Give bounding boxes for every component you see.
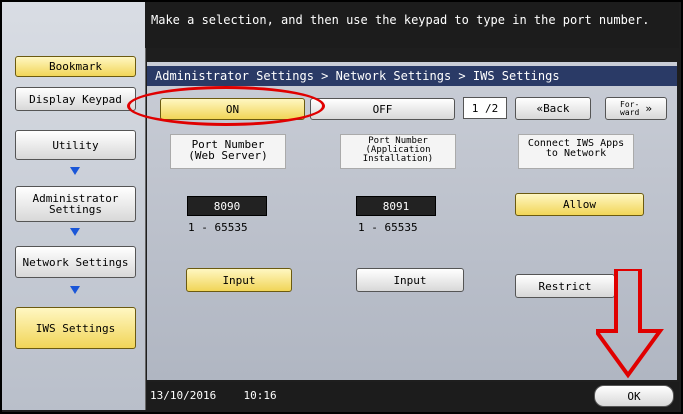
application-port-input-button[interactable]: Input — [356, 268, 464, 292]
instruction-bar: Make a selection, and then use the keypa… — [145, 2, 679, 48]
ok-button[interactable]: OK — [594, 385, 674, 407]
column-header-application-port: Port Number (Application Installation) — [340, 134, 456, 169]
back-label: Back — [543, 102, 570, 115]
double-left-arrow-icon: « — [536, 102, 544, 115]
back-button[interactable]: «Back — [515, 97, 591, 120]
sidebar-item-utility[interactable]: Utility — [15, 130, 136, 160]
status-time: 10:16 — [243, 389, 277, 402]
down-arrow-icon — [70, 286, 80, 294]
page-indicator: 1 /2 — [463, 97, 507, 119]
bookmark-button[interactable]: Bookmark — [15, 56, 136, 77]
sidebar-item-administrator-settings[interactable]: Administrator Settings — [15, 186, 136, 222]
down-arrow-icon — [70, 228, 80, 236]
double-right-arrow-icon: » — [645, 102, 652, 115]
forward-label: For- ward — [620, 99, 640, 117]
column-header-connect-iws: Connect IWS Apps to Network — [518, 134, 634, 169]
web-server-port-range: 1 - 65535 — [188, 221, 248, 234]
web-server-port-value[interactable]: 8090 — [187, 196, 267, 216]
red-down-arrow-icon — [596, 269, 664, 379]
sidebar-item-network-settings[interactable]: Network Settings — [15, 246, 136, 278]
web-server-port-input-button[interactable]: Input — [186, 268, 292, 292]
down-arrow-icon — [70, 167, 80, 175]
application-port-value[interactable]: 8091 — [356, 196, 436, 216]
application-port-range: 1 - 65535 — [358, 221, 418, 234]
forward-button[interactable]: For- ward » — [605, 97, 667, 120]
display-keypad-button[interactable]: Display Keypad — [15, 87, 136, 111]
status-date: 13/10/2016 — [150, 389, 217, 402]
column-header-web-server-port: Port Number (Web Server) — [170, 134, 286, 169]
sidebar-item-iws-settings[interactable]: IWS Settings — [15, 307, 136, 349]
allow-button[interactable]: Allow — [515, 193, 644, 216]
highlight-circle — [127, 86, 325, 126]
breadcrumb: Administrator Settings > Network Setting… — [147, 66, 677, 86]
off-button[interactable]: OFF — [310, 98, 455, 120]
